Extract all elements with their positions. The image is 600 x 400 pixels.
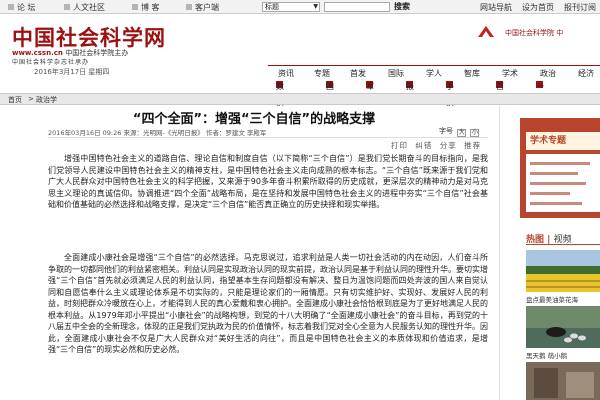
article-title: “四个全面”：增强“三个自信”的战略支撑 xyxy=(132,112,376,127)
banner-content xyxy=(526,154,600,212)
subscribe-link[interactable]: 报刊订阅 xyxy=(564,2,596,13)
chevron-down-icon: ▼ xyxy=(313,3,318,10)
video-thumbnail-image[interactable] xyxy=(526,362,600,400)
image-caption[interactable]: 盘点最美油菜花海 xyxy=(526,294,578,304)
nav-forum[interactable]: 论 坛 xyxy=(8,2,36,13)
article: “四个全面”：增强“三个自信”的战略支撑 2016年03月16日 09:26 来… xyxy=(8,106,500,400)
nav-blog[interactable]: 博 客 xyxy=(132,2,160,13)
site-map-link[interactable]: 网站导航 xyxy=(480,2,512,13)
share-button[interactable]: 分享 xyxy=(440,141,457,150)
nav-news[interactable]: 资讯 xyxy=(278,68,294,79)
rapeseed-field-image[interactable] xyxy=(526,250,600,292)
nav-intl[interactable]: 国际 xyxy=(388,68,404,79)
current-date: 2016年3月17日 星期四 xyxy=(34,68,110,76)
set-home-link[interactable]: 设为首页 xyxy=(522,2,554,13)
search-button[interactable]: 搜索 xyxy=(394,1,410,12)
report-error-button[interactable]: 纠错 xyxy=(415,141,432,150)
sub-nav: 数字报 国学 军事 报刊 手机报 百家 一带一路 xyxy=(276,81,544,124)
nav-scholars[interactable]: 学人 xyxy=(426,68,442,79)
site-subtitle: 中国社会科学杂志社承办 xyxy=(12,59,90,66)
nav-thinktank[interactable]: 智库 xyxy=(464,68,480,79)
breadcrumb-separator: > xyxy=(28,95,34,103)
sidebar: 学术专题 热图 | 视频 盘点最美油菜花海 黑天鹅 萌小鹅 xyxy=(506,106,600,400)
cass-link[interactable]: 中国社会科学院 中 xyxy=(505,28,563,38)
nav-topics[interactable]: 专题 xyxy=(314,68,330,79)
top-bar: 论 坛 人文社区 博 客 客户端 标题 ▼ 搜索 网站导航 设为首页 报刊订阅 xyxy=(0,0,600,14)
meta-divider xyxy=(48,137,488,138)
nav-first[interactable]: 首发 xyxy=(350,68,366,79)
cass-emblem-icon xyxy=(478,26,494,37)
nav-academic[interactable]: 学术 xyxy=(502,68,518,79)
banner-title: 学术专题 xyxy=(526,132,600,150)
black-swan-image[interactable] xyxy=(526,306,600,348)
breadcrumb-politics[interactable]: 政治学 xyxy=(36,95,57,105)
breadcrumb: 首页 > 政治学 xyxy=(0,93,600,105)
blog-icon xyxy=(132,4,138,10)
search-input[interactable] xyxy=(324,2,390,12)
main-nav: 资讯 专题 首发 国际 学人 智库 学术 政治 经济 xyxy=(268,65,600,78)
academic-topics-banner[interactable]: 学术专题 xyxy=(520,118,600,218)
nav-community[interactable]: 人文社区 xyxy=(64,2,105,13)
nav-client[interactable]: 客户端 xyxy=(186,2,219,13)
recommend-button[interactable]: 推荐 xyxy=(464,141,481,150)
image-caption[interactable]: 黑天鹅 萌小鹅 xyxy=(526,350,567,360)
search-scope-select[interactable]: 标题 ▼ xyxy=(262,2,320,12)
article-paragraph: 全面建成小康社会是增强“三个自信”的必然选择。马克思说过，追求利益是人类一切社会… xyxy=(48,253,488,354)
article-meta: 2016年03月16日 09:26 来源：光明网-《光明日报》 作者：罗建文 李… xyxy=(48,129,267,137)
forum-icon xyxy=(8,4,14,10)
breadcrumb-home[interactable]: 首页 xyxy=(8,95,22,105)
nav-politics[interactable]: 政治 xyxy=(540,68,556,79)
nav-economy[interactable]: 经济 xyxy=(578,68,594,79)
client-icon xyxy=(186,4,192,10)
article-actions: 打印 纠错 分享 推荐 xyxy=(391,140,485,151)
article-paragraph: 增强中国特色社会主义的道路自信、理论自信和制度自信（以下简称“三个自信”）是我们… xyxy=(48,154,488,209)
section-divider xyxy=(526,244,600,245)
font-smaller-button[interactable]: 小 xyxy=(470,129,480,137)
font-larger-button[interactable]: 大 xyxy=(457,129,467,137)
print-button[interactable]: 打印 xyxy=(391,141,408,150)
font-size-control: 字号 大 小 xyxy=(439,127,480,137)
community-icon xyxy=(64,4,70,10)
